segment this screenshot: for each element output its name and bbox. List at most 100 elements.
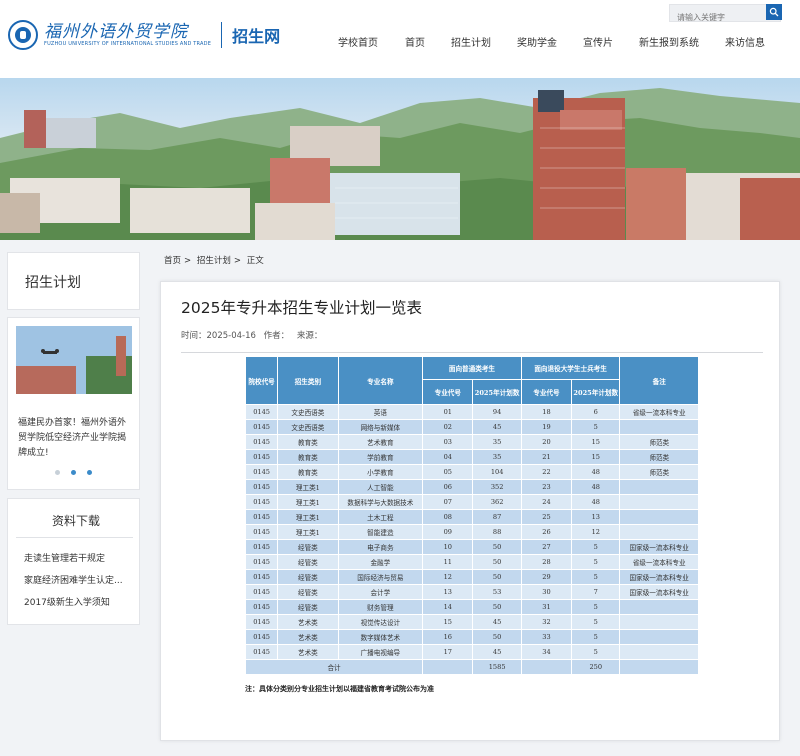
nav-home[interactable]: 首页 [405,34,425,49]
sidebar-title: 招生计划 [25,275,81,291]
cell-major: 艺术教育 [337,434,424,450]
cell-category: 文史西语类 [277,419,339,435]
cell-code-2: 34 [520,644,573,660]
cell-plan-1: 88 [472,524,522,540]
enrollment-plan-table: 院校代号 招生类别 专业名称 面向普通类考生 面向退役大学生士兵考生 备注 专业… [244,356,699,675]
cell-plan-2: 15 [571,434,621,450]
site-name: 招生网 [232,27,281,46]
table-total-row: 合计 1585 250 [244,659,699,675]
nav-visit-info[interactable]: 来访信息 [725,34,765,49]
search-button[interactable] [766,4,782,20]
cell-major: 数字媒体艺术 [337,629,424,645]
news-carousel[interactable]: 福建民办首家！福州外语外贸学院低空经济产业学院揭牌成立! [7,317,140,490]
cell-plan-2: 48 [571,479,621,495]
table-row: 0145 理工类1 数据科学与大数据技术 07 362 24 48 [244,494,699,510]
carousel-dot[interactable] [55,470,60,475]
search-box [669,4,781,26]
cell-code-1: 08 [422,509,474,525]
cell-code-1: 16 [422,629,474,645]
cell-code-1: 03 [422,434,474,450]
search-icon [769,7,779,17]
main-nav: 学校首页 首页 招生计划 奖助学金 宣传片 新生报到系统 来访信息 [338,34,765,49]
cell-plan-2: 15 [571,449,621,465]
cell-major: 英语 [337,404,424,420]
table-note: 注：具体分类别分专业招生计划以福建省教育考试院公布为准 [245,684,434,693]
cell-code-2: 20 [520,434,573,450]
download-link[interactable]: 家庭经济困难学生认定... [24,573,132,586]
cell-plan-1: 35 [472,434,522,450]
table-row: 0145 教育类 学前教育 04 35 21 15 师范类 [244,449,699,465]
cell-code-2: 21 [520,449,573,465]
nav-admission-plan[interactable]: 招生计划 [451,34,491,49]
table-row: 0145 艺术类 数字媒体艺术 16 50 33 5 [244,629,699,645]
nav-promo-video[interactable]: 宣传片 [583,34,613,49]
carousel-dot[interactable] [87,470,92,475]
cell-category: 经管类 [277,539,339,555]
table-row: 0145 文史西语类 英语 01 94 18 6 省级一流本科专业 [244,404,699,420]
download-link[interactable]: 2017级新生入学须知 [24,595,132,608]
nav-registration-system[interactable]: 新生报到系统 [639,34,699,49]
nav-scholarships[interactable]: 奖助学金 [517,34,557,49]
cell-plan-1: 87 [472,509,522,525]
cell-school-code: 0145 [244,449,279,465]
cell-plan-2: 48 [571,464,621,480]
cell-category: 文史西语类 [277,404,339,420]
cell-school-code: 0145 [244,614,279,630]
th-remark: 备注 [619,356,699,405]
cell-category: 经管类 [277,599,339,615]
cell-code-1: 02 [422,419,474,435]
cell-remark [619,644,699,660]
cell-plan-1: 94 [472,404,522,420]
cell-plan-2: 5 [571,539,621,555]
downloads-divider [16,537,133,538]
cell-category: 理工类1 [277,494,339,510]
cell-remark: 省级一流本科专业 [619,554,699,570]
cell-major: 人工智能 [337,479,424,495]
cell-code-1: 07 [422,494,474,510]
breadcrumb-home[interactable]: 首页 [164,256,181,266]
cell-code-1: 04 [422,449,474,465]
cell-remark: 国家级一流本科专业 [619,584,699,600]
breadcrumb: 首页 > 招生计划 > 正文 [164,256,264,266]
th-code-2: 专业代号 [520,379,573,405]
table-row: 0145 艺术类 视觉传达设计 15 45 32 5 [244,614,699,630]
cell-code-2: 31 [520,599,573,615]
cell-major: 土木工程 [337,509,424,525]
breadcrumb-current: 正文 [246,256,264,266]
cell-major: 国际经济与贸易 [337,569,424,585]
download-link[interactable]: 走读生管理若干规定 [24,551,132,564]
campus-banner [0,78,800,240]
news-caption[interactable]: 福建民办首家！福州外语外贸学院低空经济产业学院揭牌成立! [18,416,134,461]
table-row: 0145 理工类1 智能建造 09 88 26 12 [244,524,699,540]
cell-code-1: 06 [422,479,474,495]
cell-school-code: 0145 [244,584,279,600]
cell-major: 视觉传达设计 [337,614,424,630]
cell-total-label: 合计 [244,659,424,675]
cell-category: 经管类 [277,584,339,600]
campus-panorama-image [0,88,800,240]
cell-category: 艺术类 [277,629,339,645]
cell-school-code: 0145 [244,434,279,450]
sidebar-title-box: 招生计划 [7,252,140,310]
cell-code-2: 30 [520,584,573,600]
cell-major: 广播电视编导 [337,644,424,660]
carousel-dot-active[interactable] [71,470,76,475]
table-body: 0145 文史西语类 英语 01 94 18 6 省级一流本科专业 0145 文史西语类 网络与新媒… [244,404,699,675]
cell-school-code: 0145 [244,569,279,585]
nav-school-home[interactable]: 学校首页 [338,34,378,49]
cell-school-code: 0145 [244,554,279,570]
th-general-group: 面向普通类考生 [422,356,522,380]
cell-major: 会计学 [337,584,424,600]
search-input[interactable] [670,9,780,26]
cell-category: 艺术类 [277,614,339,630]
cell-plan-2: 5 [571,569,621,585]
cell-plan-2: 5 [571,419,621,435]
cell-major: 小学教育 [337,464,424,480]
cell-remark: 省级一流本科专业 [619,404,699,420]
breadcrumb-plan[interactable]: 招生计划 [197,256,231,266]
cell-school-code: 0145 [244,509,279,525]
cell-plan-1: 50 [472,554,522,570]
school-logo[interactable]: 福州外语外贸学院 FUZHOU UNIVERSITY OF INTERNATIO… [8,20,280,50]
cell-plan-1: 362 [472,494,522,510]
table-row: 0145 经管类 会计学 13 53 30 7 国家级一流本科专业 [244,584,699,600]
